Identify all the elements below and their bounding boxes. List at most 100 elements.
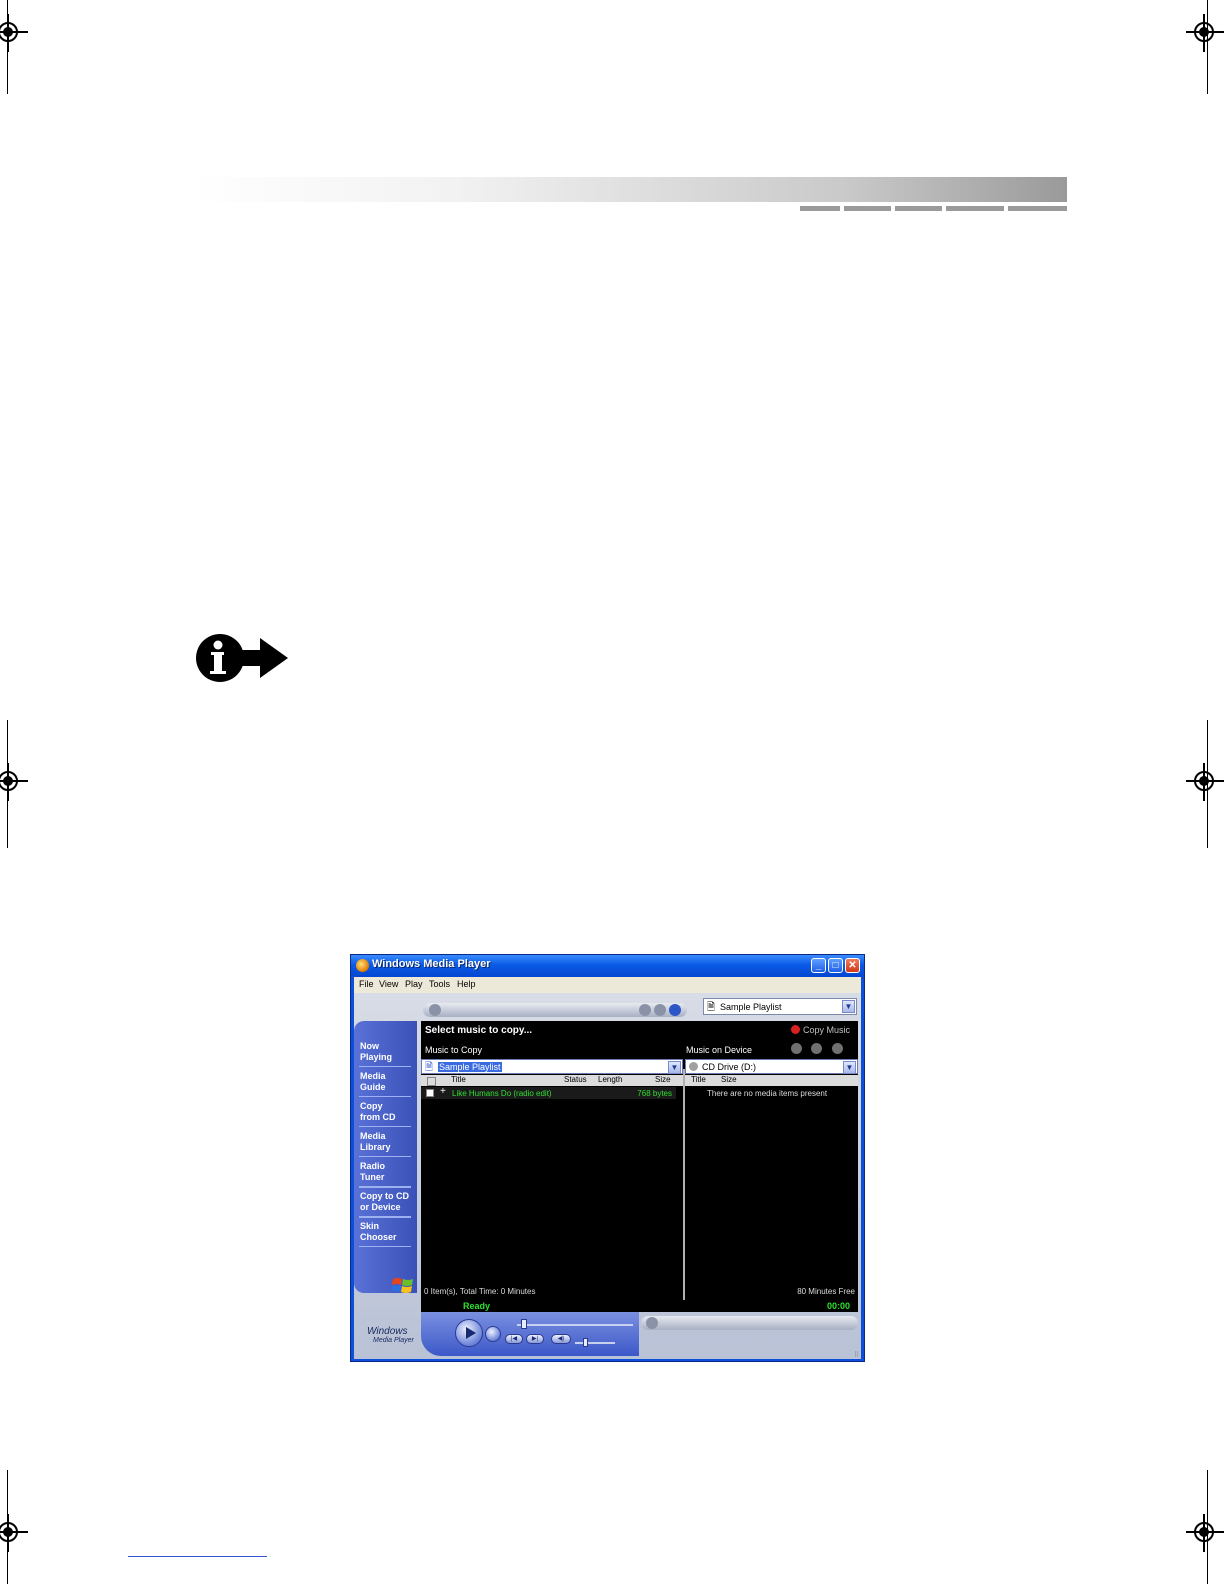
header-segment	[800, 206, 840, 211]
copy-music-button[interactable]: Copy Music	[790, 1025, 850, 1035]
checkbox-header-icon	[427, 1077, 436, 1086]
taskbar-separator	[359, 1096, 411, 1097]
status-bar: Ready 00:00	[421, 1300, 858, 1312]
taskbar-label: Chooser	[360, 1232, 397, 1242]
taskbar-label: Copy to CD	[360, 1191, 409, 1201]
volume-thumb[interactable]	[583, 1338, 588, 1347]
trim-line	[7, 720, 8, 848]
menu-file[interactable]: File	[359, 979, 374, 989]
trim-line	[7, 1470, 8, 1584]
chevron-down-icon[interactable]: ▼	[842, 1000, 855, 1013]
visualization-bar	[641, 1316, 858, 1330]
column-title[interactable]: Title	[691, 1075, 706, 1084]
taskbar-label: or Device	[360, 1202, 401, 1212]
minimize-button[interactable]: _	[811, 958, 826, 973]
right-column-headers: Title Size	[685, 1075, 858, 1086]
taskbar-copy-from-cd[interactable]: Copy from CD	[360, 1101, 412, 1123]
trim-line	[1207, 0, 1208, 94]
shuffle-icon[interactable]	[639, 1004, 651, 1016]
document-icon: 🗎	[707, 1002, 716, 1013]
repeat-icon[interactable]	[654, 1004, 666, 1016]
taskbar-copy-to-cd-or-device[interactable]: Copy to CD or Device	[360, 1191, 412, 1213]
windows-flag-icon	[391, 1278, 413, 1293]
taskbar-skin-chooser[interactable]: Skin Chooser	[360, 1221, 412, 1243]
menu-play[interactable]: Play	[405, 979, 423, 989]
back-icon[interactable]	[429, 1004, 441, 1016]
chevron-down-icon[interactable]: ▼	[668, 1061, 681, 1074]
maximize-button[interactable]: □	[828, 958, 843, 973]
stop-button[interactable]	[485, 1326, 501, 1342]
transport-controls: |◀ ▶| ◀)	[421, 1312, 639, 1356]
resize-grip-icon[interactable]: ⠿	[854, 1351, 862, 1359]
header-segment	[1008, 206, 1067, 211]
left-playlist-select[interactable]: 🗎 Sample Playlist ▼	[421, 1059, 683, 1074]
cd-drive-icon	[689, 1062, 698, 1071]
taskbar-label: Radio	[360, 1161, 386, 1171]
record-icon	[790, 1025, 800, 1034]
mute-button[interactable]: ◀)	[551, 1334, 571, 1344]
header-gradient-bar	[190, 177, 1067, 202]
menu-tools[interactable]: Tools	[429, 979, 450, 989]
device-settings-icon[interactable]	[811, 1043, 822, 1054]
title-bar[interactable]: Windows Media Player _ □ ✕	[351, 955, 864, 977]
copy-header-title: Select music to copy...	[425, 1025, 533, 1036]
menu-view[interactable]: View	[379, 979, 398, 989]
column-status[interactable]: Status	[564, 1075, 587, 1084]
status-text: Ready	[463, 1301, 491, 1311]
column-size[interactable]: Size	[655, 1075, 671, 1084]
window-title: Windows Media Player	[372, 958, 491, 970]
taskbar-label: Media	[360, 1071, 386, 1081]
menu-help[interactable]: Help	[457, 979, 476, 989]
copy-music-label: Copy Music	[802, 1025, 850, 1035]
taskbar-label: Library	[360, 1142, 391, 1152]
seek-bar[interactable]	[517, 1324, 633, 1326]
track-checkbox[interactable]	[426, 1089, 434, 1097]
previous-button[interactable]: |◀	[505, 1334, 523, 1344]
next-button[interactable]: ▶|	[526, 1334, 544, 1344]
volume-slider[interactable]	[575, 1342, 615, 1344]
expand-icon[interactable]: +	[440, 1086, 446, 1097]
taskbar-radio-tuner[interactable]: Radio Tuner	[360, 1161, 412, 1183]
seek-thumb[interactable]	[521, 1319, 527, 1329]
taskbar-media-library[interactable]: Media Library	[360, 1131, 412, 1153]
taskbar-separator	[359, 1186, 411, 1188]
taskbar-label: from CD	[360, 1112, 396, 1122]
copy-header: Select music to copy... Copy Music	[421, 1021, 858, 1040]
close-button[interactable]: ✕	[845, 958, 860, 973]
wmp-window: Windows Media Player _ □ ✕ File View Pla…	[350, 954, 865, 1362]
track-row[interactable]: + Like Humans Do (radio edit) 768 bytes	[421, 1086, 676, 1099]
wmp-logo-icon	[356, 959, 369, 972]
taskbar-now-playing[interactable]: Now Playing	[360, 1041, 412, 1063]
trim-line	[1207, 720, 1208, 848]
header-segment	[895, 206, 942, 211]
playlist-dropdown[interactable]: 🗎 Sample Playlist ▼	[703, 998, 857, 1015]
playlist-dropdown-value: Sample Playlist	[720, 1002, 782, 1012]
trim-line	[7, 0, 8, 94]
elapsed-time: 00:00	[826, 1301, 850, 1311]
taskbar-label: Guide	[360, 1082, 386, 1092]
device-select-value: CD Drive (D:)	[702, 1062, 756, 1072]
visualization-icon[interactable]	[646, 1317, 658, 1329]
taskbar-label: Tuner	[360, 1172, 385, 1182]
left-track-list: + Like Humans Do (radio edit) 768 bytes	[421, 1086, 683, 1297]
right-pane-footer: 80 Minutes Free	[797, 1287, 855, 1296]
taskbar-media-guide[interactable]: Media Guide	[360, 1071, 412, 1093]
column-length[interactable]: Length	[598, 1075, 622, 1084]
registration-mark-bottom-left	[0, 1514, 30, 1554]
delete-icon[interactable]	[832, 1043, 843, 1054]
taskbar-separator	[359, 1216, 411, 1218]
copy-content-area: Select music to copy... Copy Music Music…	[421, 1021, 858, 1300]
play-button[interactable]	[455, 1319, 483, 1347]
chevron-down-icon[interactable]: ▼	[843, 1061, 856, 1074]
device-list: There are no media items present	[685, 1087, 858, 1297]
column-title[interactable]: Title	[451, 1075, 466, 1084]
feature-taskbar: Now Playing Media Guide Copy from CD Media L…	[354, 1021, 417, 1293]
info-icon[interactable]	[791, 1043, 802, 1054]
taskbar-separator	[359, 1246, 411, 1247]
playlist-icon[interactable]	[669, 1004, 681, 1016]
taskbar-label: Skin	[360, 1221, 380, 1231]
column-size[interactable]: Size	[721, 1075, 737, 1084]
device-select[interactable]: CD Drive (D:) ▼	[685, 1059, 858, 1074]
track-size: 768 bytes	[637, 1089, 672, 1098]
header-segment	[844, 206, 891, 211]
